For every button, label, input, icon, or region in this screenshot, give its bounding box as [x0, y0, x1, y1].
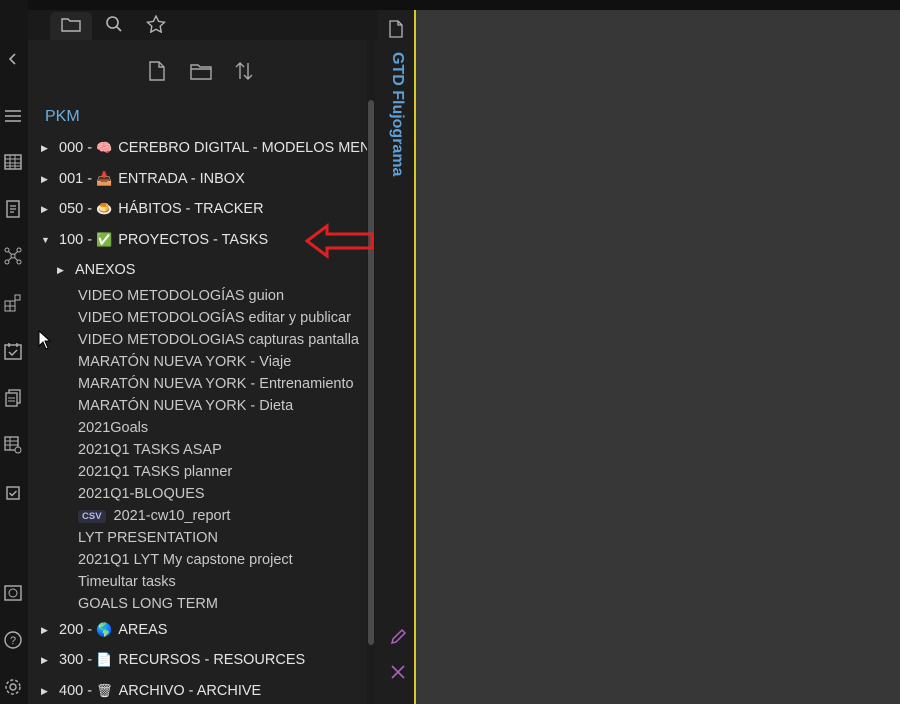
- csv-badge: CSV: [78, 509, 106, 523]
- settings-icon[interactable]: [2, 676, 24, 698]
- folder-number: 200 -: [59, 622, 93, 638]
- folder-item[interactable]: ▶ 000 - 🧠 CEREBRO DIGITAL - MODELOS MEN: [41, 137, 370, 159]
- folder-number: 001 -: [59, 171, 93, 187]
- file-item[interactable]: 2021Q1 TASKS planner: [78, 461, 232, 483]
- editor-pane[interactable]: [416, 10, 900, 704]
- expand-triangle-icon[interactable]: ▶: [41, 655, 59, 666]
- mouse-cursor-icon: [38, 329, 52, 355]
- template-icon[interactable]: [2, 198, 24, 220]
- pencil-icon[interactable]: [389, 628, 407, 651]
- tab-starred[interactable]: [135, 12, 177, 40]
- file-item[interactable]: 2021Q1-BLOQUES: [78, 483, 205, 505]
- expand-triangle-icon[interactable]: ▶: [57, 265, 75, 276]
- trash-icon: 🗑: [96, 683, 113, 698]
- search-icon: [105, 15, 123, 38]
- folder-item[interactable]: ▶ 001 - 📥 ENTRADA - INBOX: [41, 168, 245, 190]
- brain-icon: 🧠: [96, 140, 113, 155]
- folder-item[interactable]: ▶ 300 - 📄 RECURSOS - RESOURCES: [41, 649, 305, 671]
- file-item[interactable]: 2021Q1 LYT My capstone project: [78, 549, 293, 571]
- folder-label: ARCHIVO - ARCHIVE: [118, 683, 262, 699]
- folder-label: HÁBITOS - TRACKER: [118, 201, 264, 217]
- explorer-tab-bar: [28, 10, 378, 40]
- vault-name: PKM: [45, 108, 80, 125]
- calendar-check-icon[interactable]: [2, 340, 24, 362]
- expand-triangle-icon[interactable]: ▶: [41, 625, 59, 636]
- folder-item[interactable]: ▶ 400 - 🗑 ARCHIVO - ARCHIVE: [41, 680, 261, 702]
- file-item[interactable]: MARATÓN NUEVA YORK - Viaje: [78, 351, 291, 373]
- file-item[interactable]: MARATÓN NUEVA YORK - Dieta: [78, 395, 293, 417]
- table-gear-icon[interactable]: [2, 434, 24, 456]
- file-item[interactable]: GOALS LONG TERM: [78, 593, 218, 615]
- checkbox-icon[interactable]: [2, 482, 24, 504]
- file-item-csv[interactable]: CSV 2021-cw10_report: [78, 505, 230, 527]
- sort-icon[interactable]: [231, 58, 257, 84]
- habit-icon: 🍮: [96, 201, 113, 216]
- file-item[interactable]: LYT PRESENTATION: [78, 527, 218, 549]
- expand-triangle-icon[interactable]: ▶: [41, 686, 59, 697]
- folder-item[interactable]: ▶ 200 - 🌎 AREAS: [41, 619, 167, 641]
- folder-number: 100 -: [59, 232, 93, 248]
- chevron-left-icon[interactable]: [2, 48, 24, 70]
- file-item[interactable]: MARATÓN NUEVA YORK - Entrenamiento: [78, 373, 354, 395]
- file-explorer: PKM ▶ 000 - 🧠 CEREBRO DIGITAL - MODELOS …: [28, 40, 374, 704]
- vault-icon[interactable]: [2, 582, 24, 604]
- globe-icon: 🌎: [96, 622, 113, 637]
- dock-tab-title[interactable]: GTD Flujograma: [386, 52, 406, 222]
- tab-files[interactable]: [50, 12, 92, 40]
- folder-label: RECURSOS - RESOURCES: [118, 652, 306, 668]
- folder-item[interactable]: ▶ 050 - 🍮 HÁBITOS - TRACKER: [41, 198, 264, 220]
- folder-label: PROYECTOS - TASKS: [118, 232, 269, 248]
- expand-triangle-icon[interactable]: ▶: [41, 204, 59, 215]
- file-item[interactable]: 2021Goals: [78, 417, 148, 439]
- red-arrow-icon: [304, 223, 375, 264]
- folder-number: 300 -: [59, 652, 93, 668]
- file-item[interactable]: VIDEO METODOLOGÍAS editar y publicar: [78, 307, 351, 329]
- table-icon[interactable]: [2, 151, 24, 173]
- file-label: 2021-cw10_report: [113, 508, 231, 524]
- folder-icon: [61, 16, 81, 37]
- svg-text:?: ?: [10, 635, 16, 647]
- folder-number: 050 -: [59, 201, 93, 217]
- folder-label: AREAS: [118, 622, 168, 638]
- page-icon: 📄: [96, 652, 113, 667]
- subfolder-label: ANEXOS: [75, 262, 136, 278]
- title-strip: [28, 0, 900, 10]
- collapse-triangle-icon[interactable]: ▼: [41, 235, 59, 245]
- expand-triangle-icon[interactable]: ▶: [41, 143, 59, 154]
- star-icon: [145, 13, 167, 38]
- folder-label: CEREBRO DIGITAL - MODELOS MEN: [118, 140, 371, 156]
- left-ribbon: ?: [0, 0, 28, 704]
- file-item[interactable]: VIDEO METODOLOGÍAS guion: [78, 285, 284, 307]
- file-item[interactable]: Timeultar tasks: [78, 571, 176, 593]
- subfolder-item[interactable]: ▶ ANEXOS: [57, 259, 135, 281]
- file-item[interactable]: VIDEO METODOLOGIAS capturas pantalla: [78, 329, 359, 351]
- close-icon[interactable]: [390, 664, 406, 685]
- scrollbar-thumb[interactable]: [368, 100, 374, 645]
- right-dock: GTD Flujograma: [380, 10, 414, 704]
- folder-item-expanded[interactable]: ▼ 100 - ✅ PROYECTOS - TASKS: [41, 229, 268, 251]
- check-mark-icon: ✅: [96, 232, 113, 247]
- expand-triangle-icon[interactable]: ▶: [41, 174, 59, 185]
- help-icon[interactable]: ?: [2, 629, 24, 651]
- folder-label: ENTRADA - INBOX: [118, 171, 245, 187]
- file-item[interactable]: 2021Q1 TASKS ASAP: [78, 439, 222, 461]
- folder-number: 000 -: [59, 140, 93, 156]
- tab-search[interactable]: [93, 12, 135, 40]
- new-folder-icon[interactable]: [188, 58, 214, 84]
- graph-icon[interactable]: [2, 245, 24, 267]
- documents-icon[interactable]: [2, 387, 24, 409]
- new-note-icon[interactable]: [144, 58, 170, 84]
- menu-icon[interactable]: [2, 105, 24, 127]
- file-icon[interactable]: [388, 20, 404, 43]
- explorer-actions: [28, 58, 374, 84]
- folder-number: 400 -: [59, 683, 93, 699]
- inbox-tray-icon: 📥: [96, 171, 113, 186]
- blocks-icon[interactable]: [2, 292, 24, 314]
